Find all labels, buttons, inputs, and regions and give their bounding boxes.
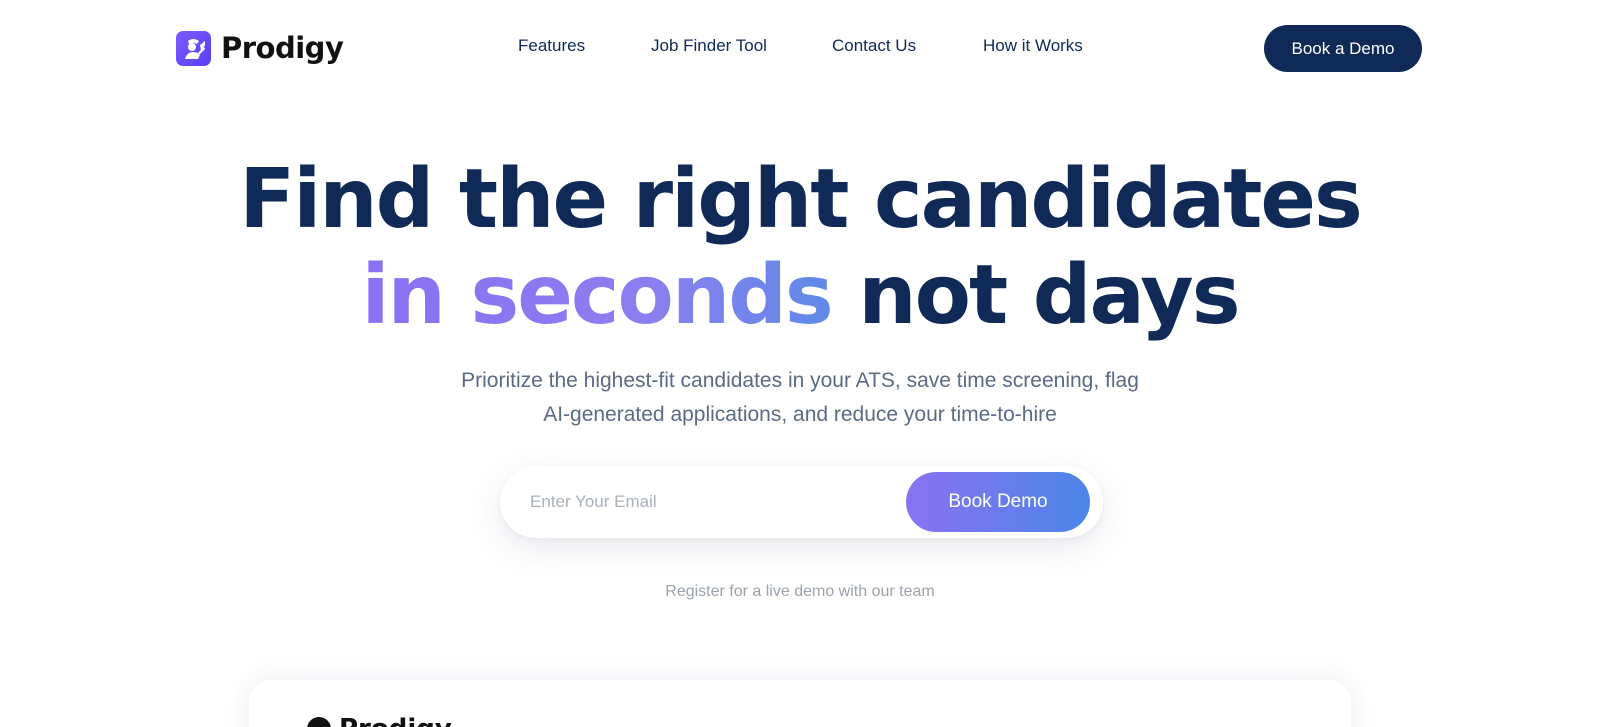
demo-signup-form: Book Demo [500, 466, 1103, 538]
nav-link-features[interactable]: Features [518, 36, 585, 56]
nav-link-job-finder-tool[interactable]: Job Finder Tool [651, 36, 767, 56]
product-preview-card: Prodigy [249, 680, 1351, 727]
register-note: Register for a live demo with our team [665, 583, 935, 600]
nav-link-how-it-works[interactable]: How it Works [983, 36, 1083, 56]
nav-link-contact-us[interactable]: Contact Us [832, 36, 916, 56]
hero-title-rest: not days [858, 248, 1240, 343]
hero-title-line-1: Find the right candidates [239, 152, 1363, 247]
hero-subtitle-line-2: AI-generated applications, and reduce yo… [543, 403, 1057, 426]
email-input[interactable] [524, 484, 884, 520]
preview-brand-logo: Prodigy [307, 714, 452, 727]
book-demo-button[interactable]: Book Demo [906, 472, 1090, 532]
top-navigation: Prodigy Features Job Finder Tool Contact… [0, 0, 1600, 96]
book-a-demo-button[interactable]: Book a Demo [1264, 25, 1422, 72]
preview-brand-name: Prodigy [339, 714, 452, 727]
hero-title-line-2: in seconds not days [0, 248, 1600, 344]
hero-title: Find the right candidates in seconds not… [0, 152, 1600, 344]
hero-subtitle-line-1: Prioritize the highest-fit candidates in… [461, 369, 1139, 392]
hero-title-highlight: in seconds [361, 248, 833, 343]
preview-logo-icon [307, 717, 331, 727]
hero-subtitle: Prioritize the highest-fit candidates in… [0, 364, 1600, 432]
